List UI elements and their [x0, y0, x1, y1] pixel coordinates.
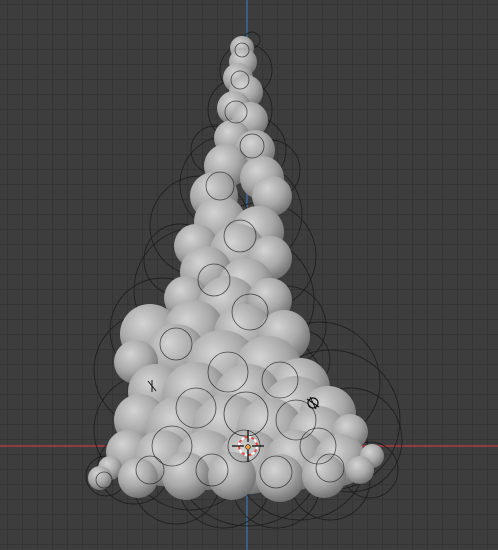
metaball-element — [302, 454, 346, 498]
object-origin-icon[interactable] — [245, 444, 251, 450]
metaball-element — [208, 452, 256, 500]
metaball-element — [346, 456, 374, 484]
metaball-element — [256, 454, 304, 502]
viewport-scene[interactable] — [0, 0, 498, 550]
metaball-element — [162, 452, 210, 500]
3d-viewport[interactable] — [0, 0, 498, 550]
metaball-element — [118, 458, 158, 498]
